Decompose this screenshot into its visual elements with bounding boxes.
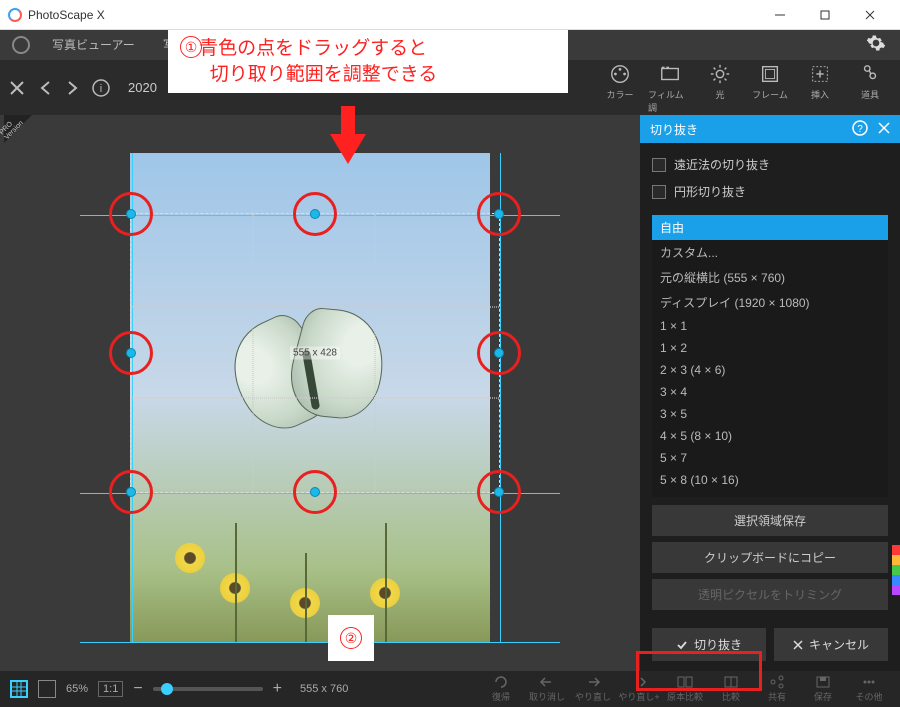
annotation-arrow-icon <box>328 106 368 171</box>
more-button[interactable]: その他 <box>848 675 890 703</box>
crop-panel: 切り抜き ? 遠近法の切り抜き 円形切り抜き 自由カスタム...元の縦横比 (5… <box>640 115 900 671</box>
color-picker-tabs[interactable] <box>892 545 900 595</box>
window-titlebar: PhotoScape X <box>0 0 900 30</box>
undo-button[interactable]: 取り消し <box>526 675 568 703</box>
annotation-2-callout: ② <box>328 615 374 661</box>
crop-handle-tc[interactable] <box>310 209 320 219</box>
app-title: PhotoScape X <box>28 8 105 22</box>
tab-photo-viewer[interactable]: 写真ビューアー <box>38 30 149 60</box>
aspect-ratio-option[interactable]: 4 × 5 (8 × 10) <box>652 425 888 447</box>
redo-button[interactable]: やり直し <box>572 675 614 703</box>
x-icon <box>793 640 803 650</box>
zoom-in-button[interactable]: + <box>273 680 282 698</box>
aspect-ratio-option[interactable]: カスタム... <box>652 240 888 265</box>
crop-cancel-button[interactable]: キャンセル <box>774 628 888 661</box>
background-toggle-icon[interactable] <box>38 680 56 698</box>
aspect-ratio-option[interactable]: 5 × 8 (10 × 16) <box>652 469 888 491</box>
share-button[interactable]: 共有 <box>756 675 798 703</box>
crop-dimensions-label: 555 x 428 <box>290 347 340 360</box>
perspective-crop-checkbox[interactable] <box>652 158 666 172</box>
grid-toggle-icon[interactable] <box>10 680 28 698</box>
window-controls <box>757 0 892 30</box>
crop-handle-tl[interactable] <box>126 209 136 219</box>
aspect-ratio-option[interactable]: 3 × 4 <box>652 381 888 403</box>
crop-handle-bl[interactable] <box>126 487 136 497</box>
info-icon[interactable]: i <box>92 79 110 97</box>
help-icon[interactable]: ? <box>852 120 868 139</box>
nav-next-icon[interactable] <box>64 79 82 97</box>
settings-gear-icon[interactable] <box>866 33 886 58</box>
crop-handle-ml[interactable] <box>126 348 136 358</box>
filename-label: 2020 <box>128 80 157 95</box>
svg-text:?: ? <box>857 124 863 135</box>
revert-button[interactable]: 復帰 <box>480 675 522 703</box>
crop-handle-bc[interactable] <box>310 487 320 497</box>
tool-light[interactable]: 光 <box>698 62 742 114</box>
zoom-slider[interactable] <box>153 687 263 691</box>
crop-handle-tr[interactable] <box>494 209 504 219</box>
image-dimensions: 555 x 760 <box>300 683 348 695</box>
save-button[interactable]: 保存 <box>802 675 844 703</box>
window-maximize-button[interactable] <box>802 0 847 30</box>
tool-frame[interactable]: フレーム <box>748 62 792 114</box>
aspect-ratio-option[interactable]: 3 × 5 <box>652 403 888 425</box>
perspective-crop-label: 遠近法の切り抜き <box>674 156 770 173</box>
zoom-value: 65% <box>66 683 88 695</box>
app-logo-icon <box>8 8 22 22</box>
copy-clipboard-button[interactable]: クリップボードにコピー <box>652 542 888 573</box>
tool-film[interactable]: フィルム調 <box>648 62 692 114</box>
aspect-ratio-option[interactable]: ディスプレイ (1920 × 1080) <box>652 290 888 315</box>
compare-original-button[interactable]: 原本比較 <box>664 675 706 703</box>
canvas-area[interactable]: PROVersion <box>0 115 640 671</box>
trim-transparent-button[interactable]: 透明ピクセルをトリミング <box>652 579 888 610</box>
perspective-crop-checkbox-row[interactable]: 遠近法の切り抜き <box>652 151 888 178</box>
save-selection-button[interactable]: 選択領域保存 <box>652 505 888 536</box>
aspect-ratio-option[interactable]: 自由 <box>652 215 888 240</box>
nav-prev-icon[interactable] <box>36 79 54 97</box>
aspect-ratio-list: 自由カスタム...元の縦横比 (555 × 760)ディスプレイ (1920 ×… <box>652 215 888 497</box>
crop-confirm-button[interactable]: 切り抜き <box>652 628 766 661</box>
check-icon <box>676 639 688 651</box>
aspect-ratio-option[interactable]: 2 × 3 (4 × 6) <box>652 359 888 381</box>
tool-insert[interactable]: 挿入 <box>798 62 842 114</box>
window-close-button[interactable] <box>847 0 892 30</box>
aspect-ratio-option[interactable]: 1 × 1 <box>652 315 888 337</box>
circle-crop-label: 円形切り抜き <box>674 183 746 200</box>
annotation-1-number: ① <box>180 36 202 58</box>
status-bar: 65% 1:1 − + 555 x 760 復帰 取り消し やり直し やり直し+… <box>0 671 900 707</box>
aspect-ratio-option[interactable]: 1 × 2 <box>652 337 888 359</box>
window-minimize-button[interactable] <box>757 0 802 30</box>
crop-handle-br[interactable] <box>494 487 504 497</box>
crop-handle-mr[interactable] <box>494 348 504 358</box>
close-file-icon[interactable] <box>8 79 26 97</box>
zoom-out-button[interactable]: − <box>133 680 142 698</box>
aspect-ratio-option[interactable]: 5 × 7 <box>652 447 888 469</box>
crop-panel-title: 切り抜き <box>650 121 698 138</box>
redo-plus-button[interactable]: やり直し+ <box>618 675 660 703</box>
tool-tools[interactable]: 道具 <box>848 62 892 114</box>
crop-selection[interactable]: 555 x 428 <box>130 213 500 493</box>
annotation-1-callout: 青色の点をドラッグすると 切り取り範囲を調整できる <box>168 30 568 93</box>
compare-button[interactable]: 比較 <box>710 675 752 703</box>
panel-close-icon[interactable] <box>878 122 890 137</box>
crop-panel-header: 切り抜き ? <box>640 115 900 143</box>
circle-crop-checkbox-row[interactable]: 円形切り抜き <box>652 178 888 205</box>
zoom-fit-button[interactable]: 1:1 <box>98 681 123 697</box>
home-icon[interactable] <box>12 36 30 54</box>
tool-color[interactable]: カラー <box>598 62 642 114</box>
svg-text:i: i <box>100 83 102 95</box>
circle-crop-checkbox[interactable] <box>652 185 666 199</box>
aspect-ratio-option[interactable]: 元の縦横比 (555 × 760) <box>652 265 888 290</box>
annotation-2-number: ② <box>340 627 362 649</box>
